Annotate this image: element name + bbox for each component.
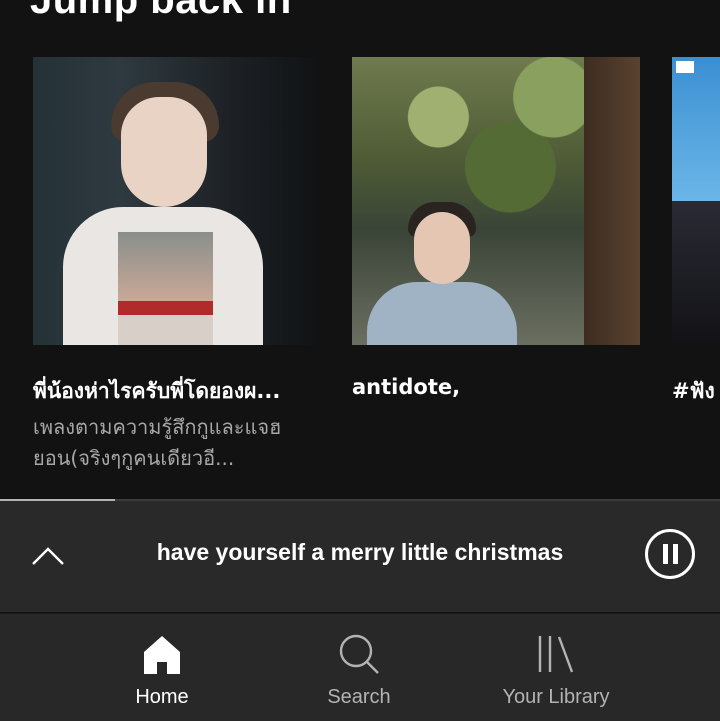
tab-home-label: Home bbox=[135, 686, 189, 708]
search-icon bbox=[339, 634, 379, 674]
tab-home[interactable]: Home bbox=[62, 614, 262, 721]
playlist-title: พี่น้องห่าไรครับพี่โดยองผ... bbox=[33, 379, 281, 403]
tab-search-label: Search bbox=[327, 686, 391, 708]
mini-player[interactable]: have yourself a merry little christmas bbox=[0, 501, 720, 612]
bottom-tab-bar: Home Search Your Library bbox=[0, 613, 720, 721]
playlist-card[interactable]: antidote, bbox=[352, 57, 640, 403]
playlist-subtitle: เพลงตามความรู้สึกกูและแจฮยอน(จริงๆกูคนเด… bbox=[33, 415, 282, 470]
playlist-cover[interactable] bbox=[352, 57, 640, 345]
tab-your-library-label: Your Library bbox=[502, 686, 610, 708]
playlist-cover[interactable] bbox=[33, 57, 321, 345]
pause-icon bbox=[663, 544, 668, 564]
chevron-up-icon[interactable] bbox=[30, 538, 66, 574]
jump-back-in-carousel[interactable]: พี่น้องห่าไรครับพี่โดยองผ... เพลงตามความ… bbox=[0, 0, 720, 500]
playlist-card[interactable]: #ฟัง bbox=[672, 57, 720, 408]
library-icon bbox=[538, 636, 574, 673]
tab-search[interactable]: Search bbox=[259, 614, 459, 721]
playlist-card[interactable]: พี่น้องห่าไรครับพี่โดยองผ... เพลงตามความ… bbox=[33, 57, 321, 474]
tab-your-library[interactable]: Your Library bbox=[456, 614, 656, 721]
playlist-title: #ฟัง bbox=[672, 379, 715, 403]
playlist-cover[interactable] bbox=[672, 57, 720, 345]
now-playing-title[interactable]: have yourself a merry little christmas bbox=[110, 539, 610, 566]
home-icon bbox=[144, 636, 180, 674]
pause-button[interactable] bbox=[645, 529, 695, 579]
playlist-title: antidote, bbox=[352, 375, 461, 399]
